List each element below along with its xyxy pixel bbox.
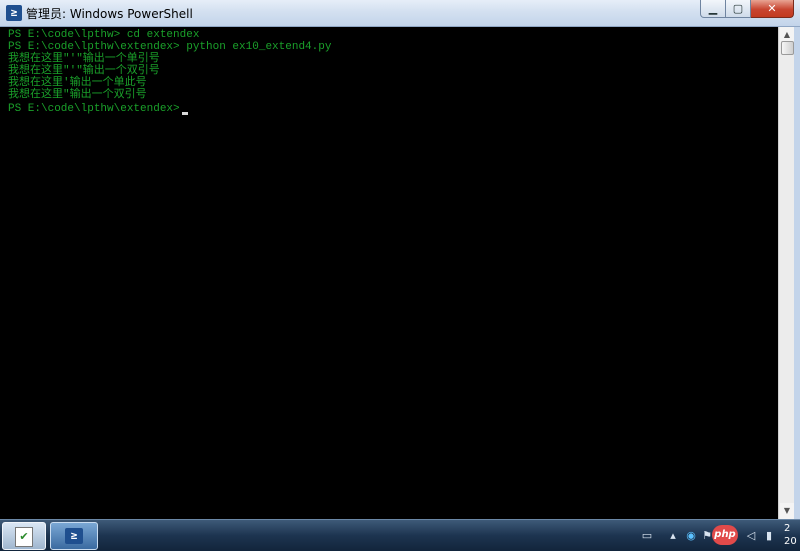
scroll-down-icon[interactable]: ▼ <box>780 503 794 519</box>
powershell-icon[interactable]: ≥ <box>6 5 22 21</box>
console-line: 我想在这里'输出一个单此号 <box>8 77 147 89</box>
maximize-icon: ▢ <box>732 2 744 15</box>
clock-time: 2 <box>784 523 791 534</box>
console-line: 我想在这里"'"输出一个单引号 <box>8 53 160 65</box>
window-frame <box>794 27 800 519</box>
clock-date: 20 <box>784 536 797 547</box>
network-icon[interactable]: ◉ <box>684 529 698 542</box>
speaker-icon[interactable]: ◁ <box>744 529 758 542</box>
close-button[interactable]: ✕ <box>751 0 794 18</box>
vertical-scrollbar[interactable]: ▲ ▼ <box>778 27 794 519</box>
console-line: 我想在这里"'"输出一个双引号 <box>8 65 160 77</box>
start-button[interactable]: ✔ <box>2 522 46 550</box>
volume-icon[interactable]: ▮ <box>762 529 776 542</box>
console-prompt: PS E:\code\lpthw\extendex> <box>8 103 187 115</box>
keyboard-icon[interactable]: ▭ <box>640 529 654 542</box>
minimize-icon: ▁ <box>708 2 718 15</box>
start-orb-icon: ✔ <box>15 527 33 547</box>
maximize-button[interactable]: ▢ <box>726 0 751 18</box>
window-controls: ▁ ▢ ✕ <box>700 0 794 18</box>
minimize-button[interactable]: ▁ <box>700 0 726 18</box>
text-cursor <box>182 112 188 115</box>
console-output[interactable]: PS E:\code\lpthw> cd extendex PS E:\code… <box>8 27 778 519</box>
tray-up-icon[interactable]: ▴ <box>666 529 680 542</box>
close-icon: ✕ <box>767 2 777 15</box>
console-line: PS E:\code\lpthw\extendex> python ex10_e… <box>8 41 332 53</box>
clock[interactable]: 2 20 <box>784 522 800 548</box>
taskbar: ✔ ≥ ▭ ▴ ◉ ⚑ php ◁ ▮ 2 20 <box>0 519 800 551</box>
taskbar-item-powershell[interactable]: ≥ <box>50 522 98 550</box>
powershell-icon: ≥ <box>65 528 83 544</box>
window-title: 管理员: Windows PowerShell <box>26 7 193 21</box>
title-bar[interactable]: ≥ 管理员: Windows PowerShell ▁ ▢ ✕ <box>0 0 800 27</box>
php-badge[interactable]: php <box>712 525 738 545</box>
scroll-thumb[interactable] <box>781 41 794 55</box>
console-line: PS E:\code\lpthw> cd extendex <box>8 29 200 41</box>
console-line: 我想在这里"输出一个双引号 <box>8 89 147 101</box>
